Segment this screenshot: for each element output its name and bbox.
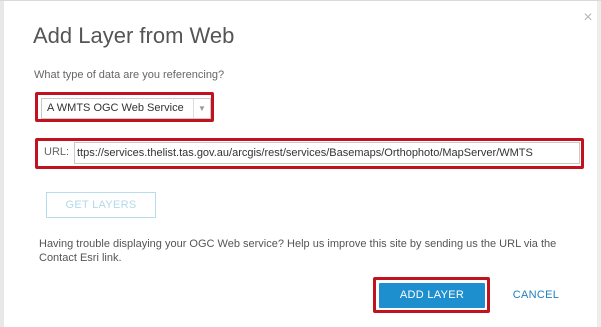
close-icon[interactable]: × xyxy=(581,10,595,26)
data-type-select[interactable]: A WMTS OGC Web Service ▼ xyxy=(41,98,211,119)
url-input[interactable] xyxy=(74,142,580,164)
dialog-title: Add Layer from Web xyxy=(33,23,235,48)
dialog-edge-left xyxy=(0,1,4,327)
cancel-button[interactable]: CANCEL xyxy=(506,283,566,308)
help-text: Having trouble displaying your OGC Web s… xyxy=(39,238,557,264)
add-layer-button[interactable]: ADD LAYER xyxy=(379,283,485,308)
data-type-question: What type of data are you referencing? xyxy=(34,69,225,81)
chevron-down-icon: ▼ xyxy=(193,99,210,118)
add-layer-dialog: × Add Layer from Web What type of data a… xyxy=(0,0,601,327)
data-type-select-value: A WMTS OGC Web Service xyxy=(47,102,184,114)
get-layers-button[interactable]: GET LAYERS xyxy=(46,192,156,218)
dialog-edge-right xyxy=(597,1,601,327)
url-label: URL: xyxy=(44,146,70,158)
